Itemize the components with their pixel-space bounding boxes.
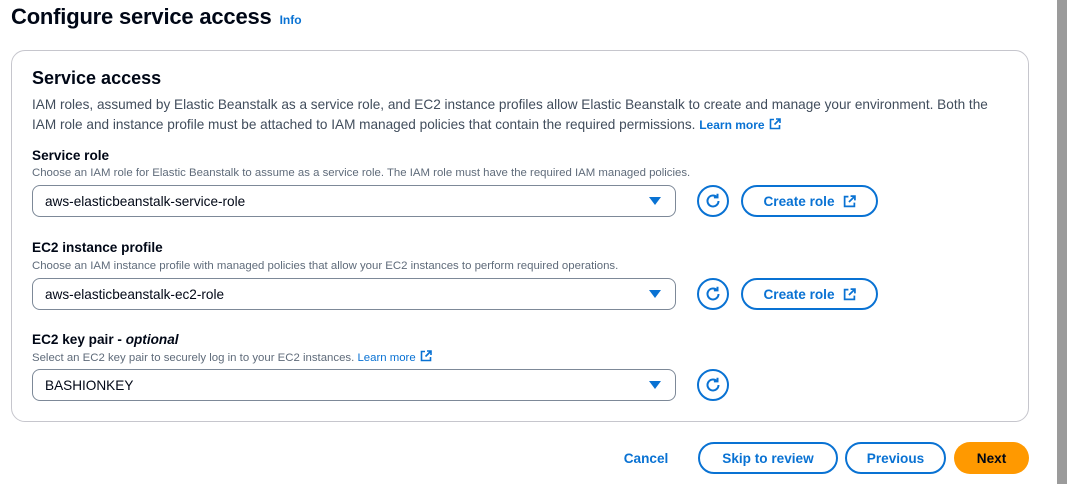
instance-profile-label: EC2 instance profile — [32, 240, 163, 255]
service-access-card: Service access IAM roles, assumed by Ela… — [11, 50, 1029, 422]
scrollbar[interactable] — [1057, 0, 1067, 484]
external-link-icon — [420, 350, 432, 362]
info-link[interactable]: Info — [280, 13, 302, 27]
key-pair-value: BASHIONKEY — [45, 377, 134, 393]
refresh-icon — [706, 377, 720, 392]
caret-down-icon — [649, 290, 661, 298]
create-service-role-button[interactable]: Create role — [741, 185, 878, 217]
caret-down-icon — [649, 197, 661, 205]
external-link-icon — [843, 287, 856, 300]
skip-to-review-button[interactable]: Skip to review — [698, 442, 838, 474]
create-role-label: Create role — [763, 286, 835, 302]
instance-profile-value: aws-elasticbeanstalk-ec2-role — [45, 286, 225, 302]
external-link-icon — [843, 194, 856, 207]
card-description-text: IAM roles, assumed by Elastic Beanstalk … — [32, 97, 988, 132]
key-pair-label: EC2 key pair - optional — [32, 332, 179, 347]
key-pair-description: Select an EC2 key pair to securely log i… — [32, 350, 432, 364]
card-description: IAM roles, assumed by Elastic Beanstalk … — [32, 95, 1012, 135]
service-role-description: Choose an IAM role for Elastic Beanstalk… — [32, 167, 691, 179]
instance-profile-select[interactable]: aws-elasticbeanstalk-ec2-role — [32, 278, 676, 310]
page-title: Configure service access — [11, 4, 272, 29]
key-pair-learn-more-link[interactable]: Learn more — [357, 350, 432, 364]
external-link-icon — [769, 118, 781, 130]
key-pair-refresh-button[interactable] — [697, 369, 729, 401]
key-pair-description-text: Select an EC2 key pair to securely log i… — [32, 352, 355, 364]
service-role-select[interactable]: aws-elasticbeanstalk-service-role — [32, 185, 676, 217]
create-instance-profile-button[interactable]: Create role — [741, 278, 878, 310]
next-button[interactable]: Next — [954, 442, 1029, 474]
create-role-label: Create role — [763, 193, 835, 209]
previous-button[interactable]: Previous — [845, 442, 946, 474]
refresh-icon — [706, 286, 720, 301]
service-role-refresh-button[interactable] — [697, 185, 729, 217]
instance-profile-description: Choose an IAM instance profile with mana… — [32, 260, 619, 272]
learn-more-label: Learn more — [357, 352, 416, 364]
learn-more-link[interactable]: Learn more — [699, 118, 781, 132]
learn-more-label: Learn more — [699, 118, 765, 132]
service-role-value: aws-elasticbeanstalk-service-role — [45, 193, 246, 209]
optional-tag: optional — [125, 332, 179, 347]
page: Configure service access Info Service ac… — [0, 0, 1057, 484]
service-role-label: Service role — [32, 148, 110, 163]
key-pair-select[interactable]: BASHIONKEY — [32, 369, 676, 401]
card-title: Service access — [32, 68, 162, 88]
refresh-icon — [706, 193, 720, 208]
page-header: Configure service access Info — [11, 4, 302, 30]
cancel-button[interactable]: Cancel — [610, 442, 682, 474]
instance-profile-refresh-button[interactable] — [697, 278, 729, 310]
key-pair-label-text: EC2 key pair — [32, 332, 114, 347]
caret-down-icon — [649, 381, 661, 389]
